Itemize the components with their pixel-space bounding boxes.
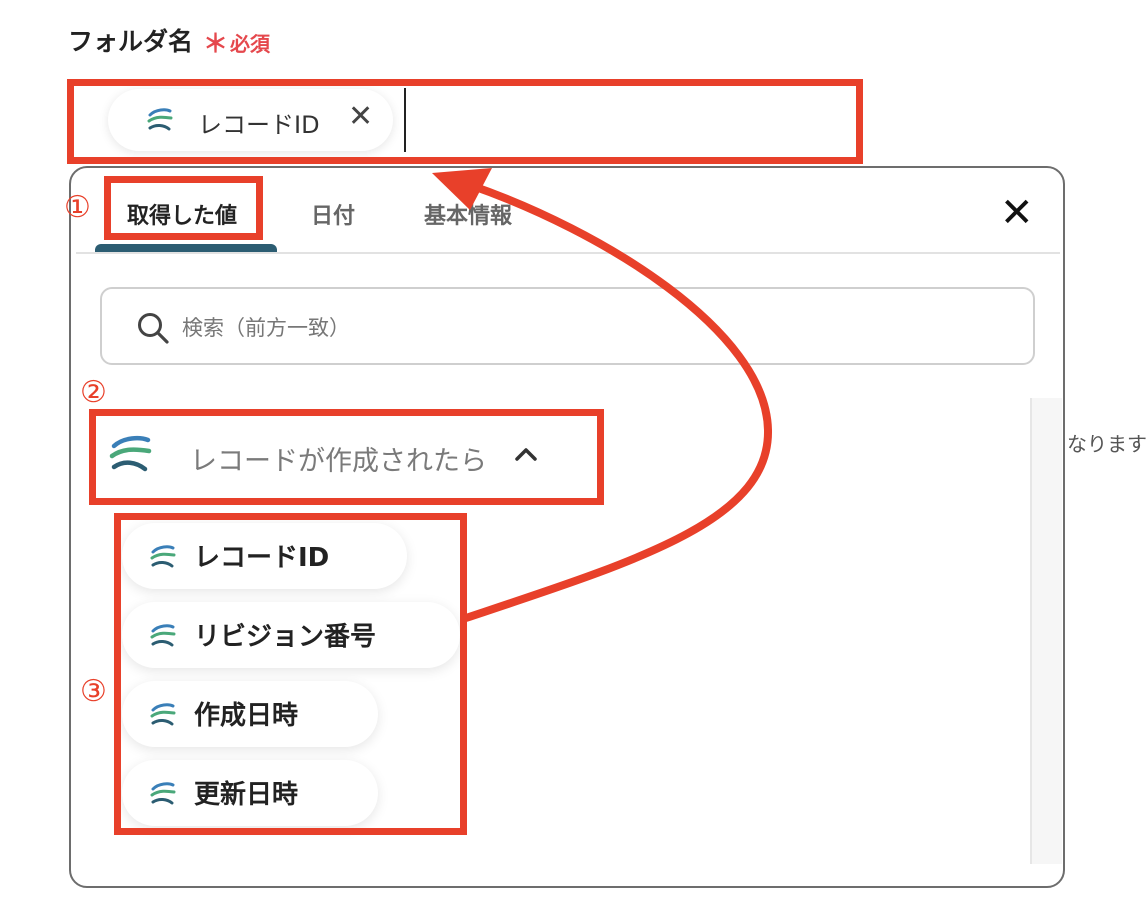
required-text: 必須 (230, 32, 270, 56)
search-box[interactable] (100, 287, 1035, 365)
field-label: フォルダ名 (68, 27, 194, 56)
search-icon (138, 313, 169, 344)
annotation-box-tab (104, 176, 263, 240)
active-tab-indicator (95, 244, 277, 252)
tab-date[interactable]: 日付 (311, 198, 355, 230)
search-input[interactable] (180, 307, 1004, 349)
annotation-box-items (114, 513, 467, 835)
annotation-number-3: ③ (80, 674, 107, 709)
tab-basic-info[interactable]: 基本情報 (424, 198, 512, 230)
annotation-number-2: ② (80, 375, 107, 410)
close-icon[interactable]: ✕ (1000, 193, 1034, 233)
scrollbar[interactable] (1030, 398, 1062, 864)
required-mark: ＊ (203, 29, 229, 58)
annotation-box-input (67, 79, 863, 164)
annotation-box-group (89, 409, 604, 505)
tabs-divider (76, 252, 1060, 254)
annotation-number-1: ① (64, 190, 91, 225)
background-text: なります (1067, 432, 1147, 456)
